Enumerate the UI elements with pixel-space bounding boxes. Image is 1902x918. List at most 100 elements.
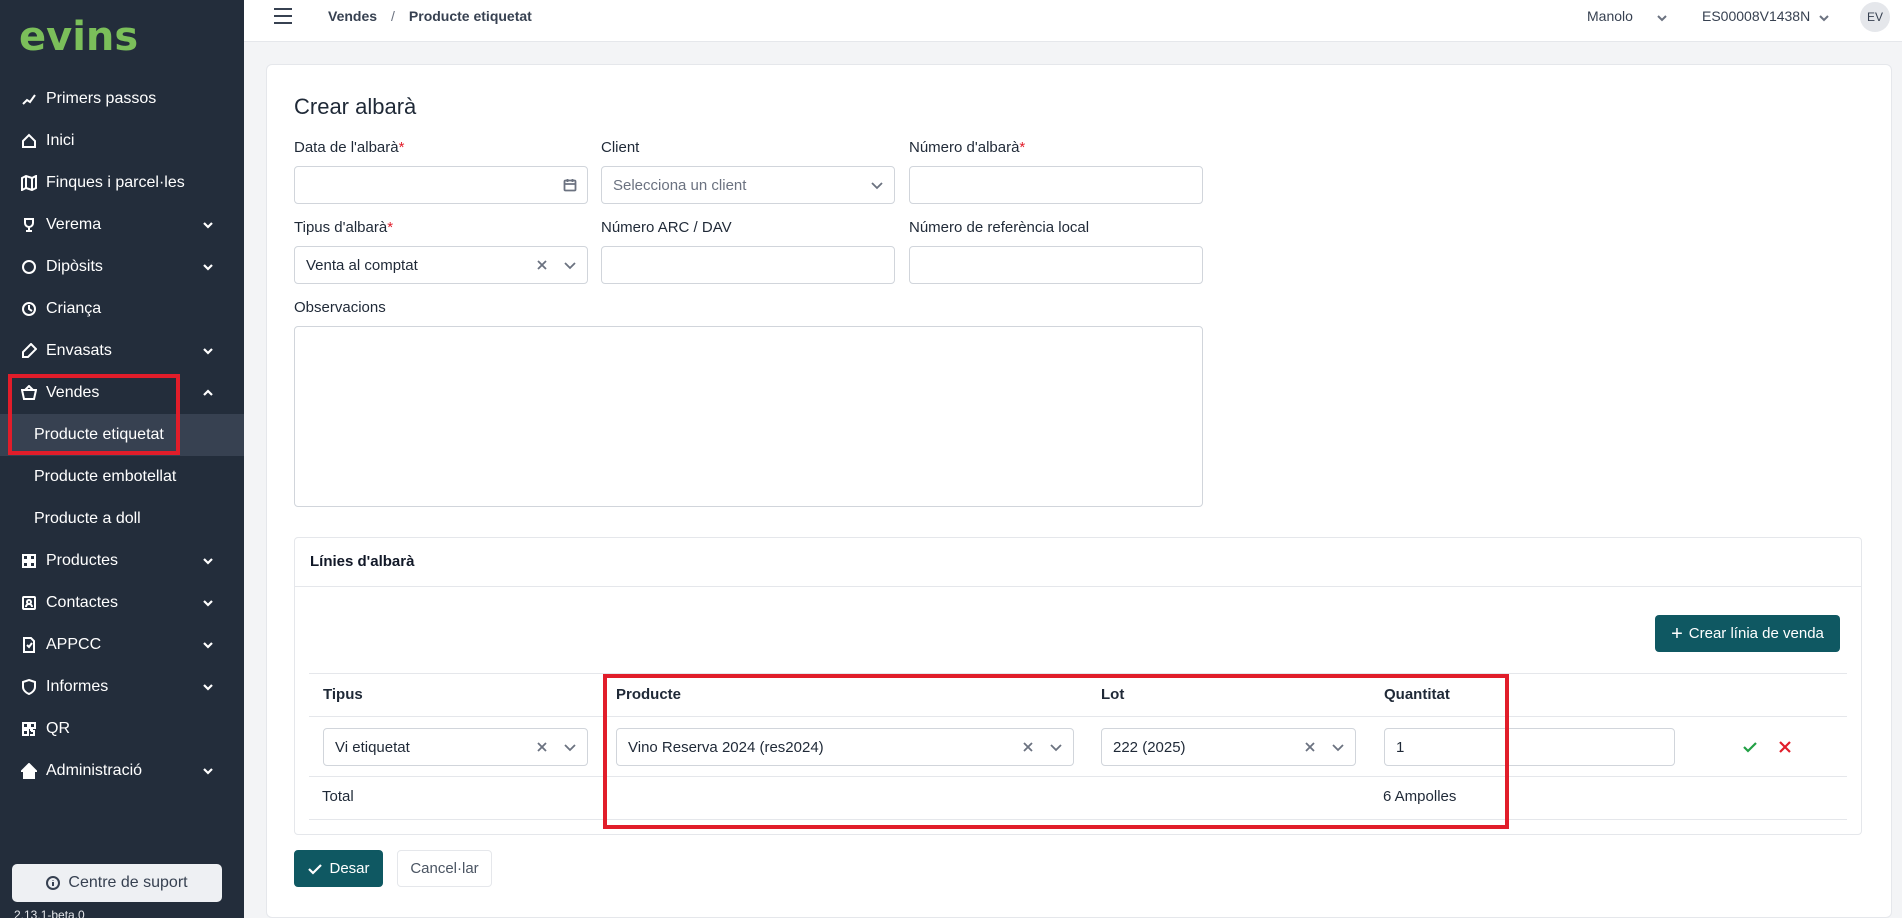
close-icon[interactable] bbox=[1776, 738, 1794, 756]
chevron-down-icon bbox=[202, 764, 214, 776]
house-icon bbox=[20, 762, 38, 780]
row-tipus-value: Vi etiquetat bbox=[335, 738, 410, 756]
header-producte: Producte bbox=[616, 686, 682, 703]
check-icon[interactable] bbox=[1741, 738, 1759, 756]
row-lot-select[interactable]: 222 (2025) bbox=[1101, 728, 1356, 766]
total-label: Total bbox=[322, 788, 354, 805]
create-line-button[interactable]: + Crear línia de venda bbox=[1655, 615, 1840, 652]
document-icon bbox=[20, 636, 38, 654]
client-placeholder: Selecciona un client bbox=[613, 176, 747, 194]
circle-icon bbox=[20, 258, 38, 276]
lines-panel bbox=[294, 537, 1862, 835]
row-tipus-select[interactable]: Vi etiquetat bbox=[323, 728, 588, 766]
sidebar-item-contactes[interactable]: Contactes bbox=[0, 582, 244, 624]
check-icon bbox=[308, 863, 323, 875]
clear-icon[interactable] bbox=[535, 740, 549, 754]
row-producte-select[interactable]: Vino Reserva 2024 (res2024) bbox=[616, 728, 1074, 766]
map-icon bbox=[20, 174, 38, 192]
create-line-label: Crear línia de venda bbox=[1688, 625, 1824, 642]
sidebar-item-informes[interactable]: Informes bbox=[0, 666, 244, 708]
chevron-down-icon bbox=[563, 258, 577, 272]
sidebar-item-label: Contactes bbox=[46, 594, 119, 611]
sidebar-item-appcc[interactable]: APPCC bbox=[0, 624, 244, 666]
sidebar-item-vendes[interactable]: Vendes bbox=[0, 372, 244, 414]
table-top-border bbox=[309, 673, 1847, 674]
sidebar-item-label: Dipòsits bbox=[46, 258, 103, 275]
steps-icon bbox=[20, 90, 38, 108]
menu-icon[interactable] bbox=[274, 8, 292, 24]
sidebar-item-primers-passos[interactable]: Primers passos bbox=[0, 78, 244, 120]
number-label: Número d'albarà* bbox=[909, 139, 1026, 156]
header-quantitat: Quantitat bbox=[1384, 686, 1450, 703]
date-field[interactable] bbox=[294, 166, 588, 204]
sidebar-item-inici[interactable]: Inici bbox=[0, 120, 244, 162]
arc-label: Número ARC / DAV bbox=[601, 219, 732, 236]
cancel-button[interactable]: Cancel·lar bbox=[397, 850, 492, 887]
chevron-down-icon[interactable] bbox=[1818, 11, 1830, 23]
chevron-down-icon bbox=[1331, 740, 1345, 754]
client-select[interactable]: Selecciona un client bbox=[601, 166, 895, 204]
divider bbox=[295, 586, 1861, 587]
sidebar-item-label: Verema bbox=[46, 216, 102, 233]
sidebar-item-diposits[interactable]: Dipòsits bbox=[0, 246, 244, 288]
sidebar-item-label: Primers passos bbox=[46, 90, 157, 107]
sidebar-item-crianca[interactable]: Criança bbox=[0, 288, 244, 330]
sidebar-item-qr[interactable]: QR bbox=[0, 708, 244, 750]
sidebar-item-label: Finques i parcel·les bbox=[46, 174, 185, 191]
chevron-down-icon[interactable] bbox=[1656, 11, 1668, 23]
sidebar-item-envasats[interactable]: Envasats bbox=[0, 330, 244, 372]
table-row-border bbox=[309, 776, 1847, 777]
header-lot: Lot bbox=[1101, 686, 1125, 703]
type-select[interactable]: Venta al comptat bbox=[294, 246, 588, 284]
info-icon bbox=[46, 876, 61, 890]
chevron-down-icon bbox=[202, 596, 214, 608]
sidebar-subitem-producte-etiquetat[interactable]: Producte etiquetat bbox=[0, 414, 244, 456]
sidebar-item-productes[interactable]: Productes bbox=[0, 540, 244, 582]
sidebar-item-finques[interactable]: Finques i parcel·les bbox=[0, 162, 244, 204]
breadcrumb-vendes[interactable]: Vendes bbox=[328, 8, 377, 24]
calendar-icon[interactable] bbox=[563, 178, 577, 192]
support-button[interactable]: Centre de suport bbox=[12, 864, 222, 902]
contact-icon bbox=[20, 594, 38, 612]
home-icon bbox=[20, 132, 38, 150]
sidebar: evins Primers passos Inici Finques i par… bbox=[0, 0, 244, 918]
obs-textarea[interactable] bbox=[294, 326, 1203, 507]
chevron-down-icon bbox=[870, 178, 884, 192]
chevron-down-icon bbox=[202, 260, 214, 272]
sidebar-nav: Primers passos Inici Finques i parcel·le… bbox=[0, 78, 244, 792]
breadcrumb: Vendes / Producte etiquetat bbox=[328, 8, 532, 24]
plus-icon: + bbox=[1671, 622, 1683, 645]
app-version: 2.13.1-beta.0 bbox=[14, 908, 85, 918]
chevron-down-icon bbox=[202, 680, 214, 692]
date-label: Data de l'albarà* bbox=[294, 139, 405, 156]
support-label: Centre de suport bbox=[68, 874, 188, 891]
sidebar-subitem-producte-embotellat[interactable]: Producte embotellat bbox=[0, 456, 244, 498]
total-value: 6 Ampolles bbox=[1383, 788, 1457, 805]
header-tipus: Tipus bbox=[323, 686, 363, 703]
clear-icon[interactable] bbox=[1303, 740, 1317, 754]
entity-selector[interactable]: ES00008V1438N bbox=[1702, 8, 1810, 24]
ref-field[interactable] bbox=[909, 246, 1203, 284]
sidebar-item-administracio[interactable]: Administració bbox=[0, 750, 244, 792]
clear-icon[interactable] bbox=[1021, 740, 1035, 754]
sidebar-item-label: Inici bbox=[46, 132, 75, 149]
sidebar-subitem-producte-a-doll[interactable]: Producte a doll bbox=[0, 498, 244, 540]
row-lot-value: 222 (2025) bbox=[1113, 738, 1186, 756]
number-field[interactable] bbox=[909, 166, 1203, 204]
clear-icon[interactable] bbox=[535, 258, 549, 272]
row-quantitat-input[interactable]: 1 bbox=[1384, 728, 1675, 766]
client-label: Client bbox=[601, 139, 640, 156]
lines-title: Línies d'albarà bbox=[310, 553, 415, 570]
grid-icon bbox=[20, 552, 38, 570]
sidebar-item-verema[interactable]: Verema bbox=[0, 204, 244, 246]
user-menu[interactable]: Manolo bbox=[1587, 8, 1633, 24]
table-row-border bbox=[309, 716, 1847, 717]
topbar: Vendes / Producte etiquetat Manolo ES000… bbox=[244, 0, 1902, 42]
chevron-down-icon bbox=[202, 344, 214, 356]
avatar[interactable]: EV bbox=[1860, 2, 1890, 32]
arc-field[interactable] bbox=[601, 246, 895, 284]
app-logo[interactable]: evins bbox=[19, 14, 138, 60]
save-button[interactable]: Desar bbox=[294, 850, 383, 887]
type-value: Venta al comptat bbox=[306, 256, 418, 274]
sidebar-item-label: Productes bbox=[46, 552, 119, 569]
